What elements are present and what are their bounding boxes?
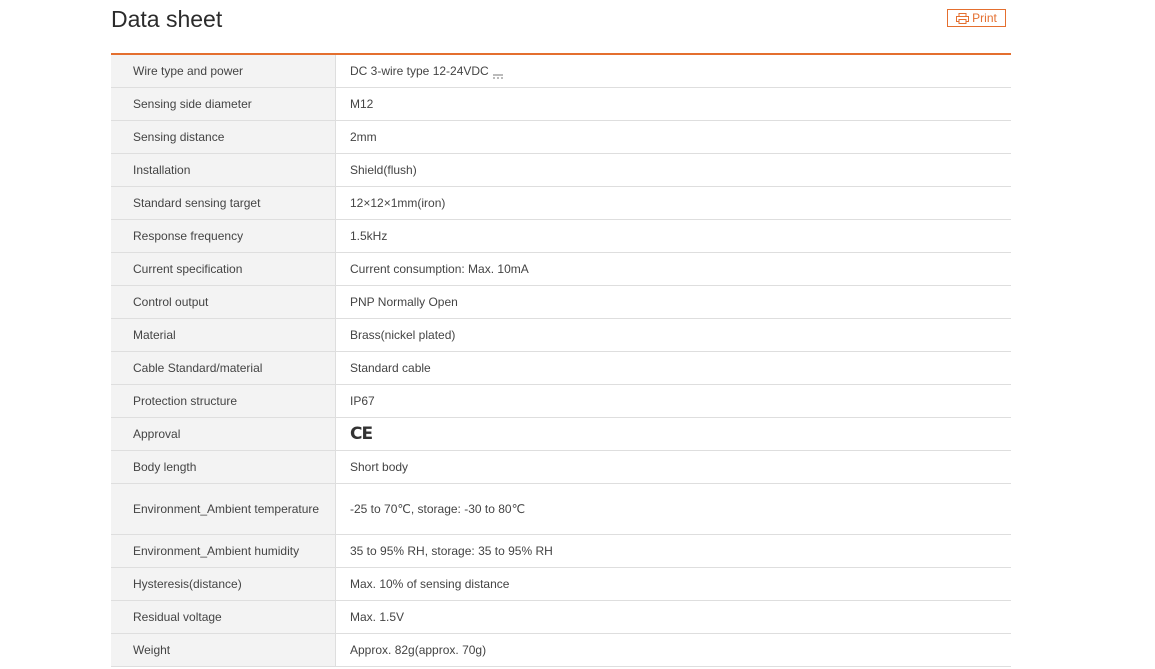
spec-row: Sensing distance 2mm <box>111 121 1011 154</box>
spec-label: Approval <box>111 418 336 450</box>
print-button[interactable]: Print <box>947 9 1006 27</box>
spec-value: Standard cable <box>350 361 431 375</box>
spec-value: 35 to 95% RH, storage: 35 to 95% RH <box>350 544 553 558</box>
spec-label: Hysteresis(distance) <box>111 568 336 600</box>
spec-row: Control output PNP Normally Open <box>111 286 1011 319</box>
spec-row: Standard sensing target 12×12×1mm(iron) <box>111 187 1011 220</box>
spec-label: Protection structure <box>111 385 336 417</box>
spec-value: 2mm <box>350 130 377 144</box>
spec-value: Max. 10% of sensing distance <box>350 577 510 591</box>
spec-row: Environment_Ambient humidity 35 to 95% R… <box>111 535 1011 568</box>
spec-row: Body length Short body <box>111 451 1011 484</box>
spec-row: Weight Approx. 82g(approx. 70g) <box>111 634 1011 667</box>
spec-value: Approx. 82g(approx. 70g) <box>350 643 487 657</box>
spec-table: Wire type and power DC 3-wire type 12-24… <box>111 53 1011 667</box>
spec-row: Residual voltage Max. 1.5V <box>111 601 1011 634</box>
spec-label: Cable Standard/material <box>111 352 336 384</box>
spec-label: Sensing distance <box>111 121 336 153</box>
page-title: Data sheet <box>111 6 223 32</box>
spec-row: Sensing side diameter M12 <box>111 88 1011 121</box>
spec-value: M12 <box>350 97 374 111</box>
spec-label: Response frequency <box>111 220 336 252</box>
printer-icon <box>956 12 970 24</box>
spec-label: Body length <box>111 451 336 483</box>
spec-label: Material <box>111 319 336 351</box>
spec-value: 1.5kHz <box>350 229 388 243</box>
spec-value: Short body <box>350 460 409 474</box>
spec-label: Installation <box>111 154 336 186</box>
ce-mark-icon: CE <box>350 424 373 444</box>
spec-label: Wire type and power <box>111 55 336 87</box>
spec-label: Sensing side diameter <box>111 88 336 120</box>
spec-value: 12×12×1mm(iron) <box>350 196 446 210</box>
dc-symbol-icon <box>492 67 503 79</box>
spec-label: Current specification <box>111 253 336 285</box>
spec-value: DC 3-wire type 12-24VDC <box>336 55 1011 87</box>
spec-row: Protection structure IP67 <box>111 385 1011 418</box>
spec-value: CE <box>336 418 1011 450</box>
spec-value: IP67 <box>350 394 375 408</box>
spec-value: Shield(flush) <box>350 163 417 177</box>
spec-label: Residual voltage <box>111 601 336 633</box>
spec-label: Environment_Ambient temperature <box>111 484 336 534</box>
spec-value: Current consumption: Max. 10mA <box>350 262 529 276</box>
spec-row: Approval CE <box>111 418 1011 451</box>
spec-value: Brass(nickel plated) <box>350 328 456 342</box>
spec-row: Hysteresis(distance) Max. 10% of sensing… <box>111 568 1011 601</box>
spec-value: PNP Normally Open <box>350 295 458 309</box>
print-button-label: Print <box>972 11 997 25</box>
spec-label: Environment_Ambient humidity <box>111 535 336 567</box>
spec-value: -25 to 70℃, storage: -30 to 80℃ <box>350 502 526 516</box>
spec-value-text: DC 3-wire type 12-24VDC <box>350 64 489 78</box>
spec-row: Installation Shield(flush) <box>111 154 1011 187</box>
data-sheet-page: Data sheet Print Wire type and power DC … <box>0 0 1155 669</box>
spec-row: Current specification Current consumptio… <box>111 253 1011 286</box>
spec-row: Cable Standard/material Standard cable <box>111 352 1011 385</box>
spec-label: Weight <box>111 634 336 666</box>
spec-label: Control output <box>111 286 336 318</box>
spec-label: Standard sensing target <box>111 187 336 219</box>
spec-value: Max. 1.5V <box>350 610 405 624</box>
spec-row: Wire type and power DC 3-wire type 12-24… <box>111 55 1011 88</box>
spec-row: Material Brass(nickel plated) <box>111 319 1011 352</box>
spec-row: Environment_Ambient temperature -25 to 7… <box>111 484 1011 535</box>
spec-row: Response frequency 1.5kHz <box>111 220 1011 253</box>
